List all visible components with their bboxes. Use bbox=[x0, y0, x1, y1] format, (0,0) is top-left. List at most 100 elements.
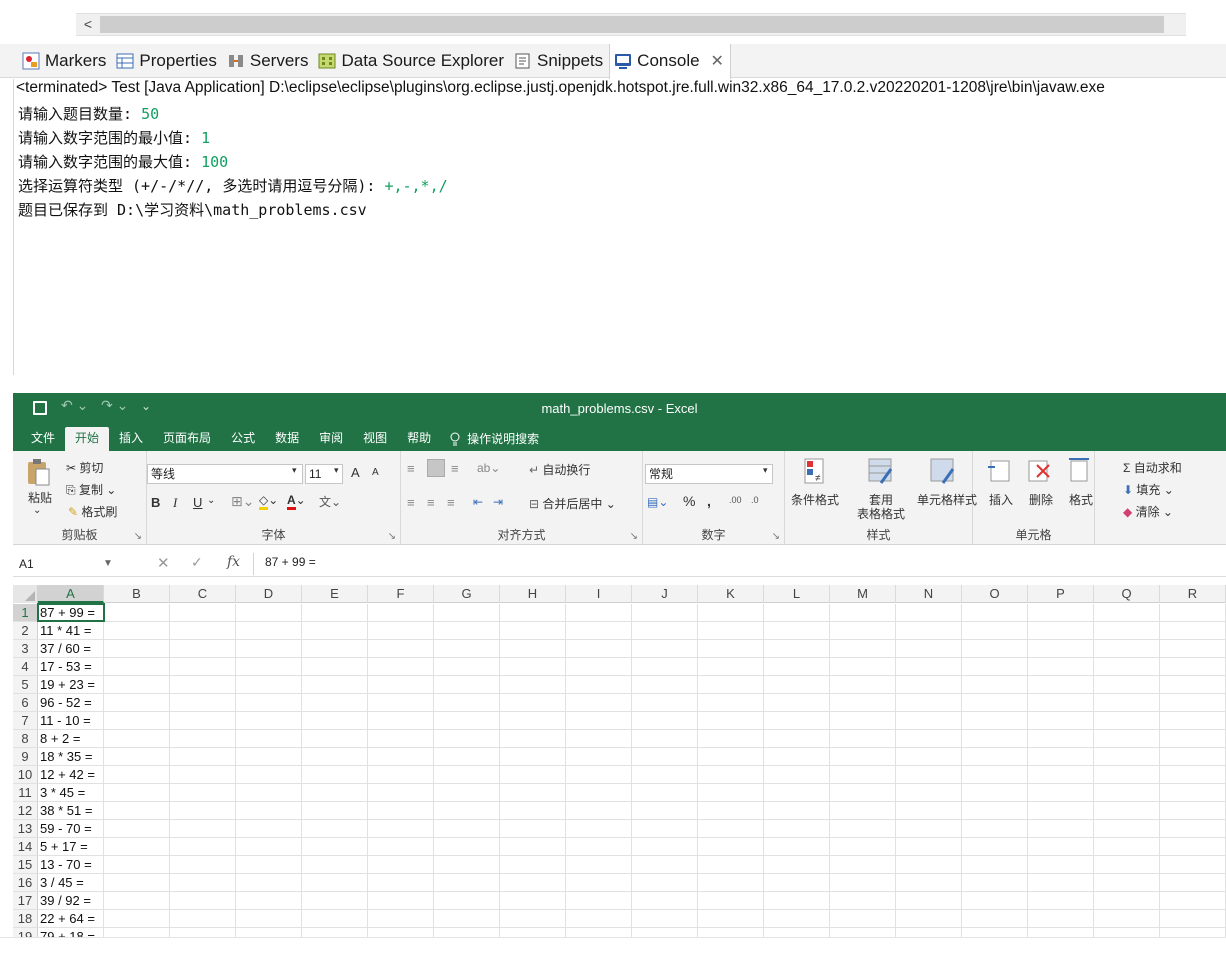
column-header[interactable]: R bbox=[1160, 585, 1226, 603]
cell[interactable] bbox=[764, 766, 830, 783]
cell[interactable] bbox=[632, 712, 698, 729]
cell[interactable] bbox=[236, 928, 302, 937]
cell[interactable] bbox=[698, 640, 764, 657]
cell[interactable] bbox=[104, 910, 170, 927]
cell[interactable] bbox=[236, 874, 302, 891]
cell[interactable] bbox=[302, 640, 368, 657]
cell[interactable] bbox=[1160, 910, 1226, 927]
align-right-icon[interactable]: ≡ bbox=[447, 495, 455, 510]
cell[interactable] bbox=[632, 748, 698, 765]
cell[interactable] bbox=[896, 784, 962, 801]
row-header[interactable]: 17 bbox=[13, 892, 38, 909]
cell[interactable] bbox=[368, 748, 434, 765]
column-header[interactable]: N bbox=[896, 585, 962, 603]
cell[interactable] bbox=[236, 856, 302, 873]
cell[interactable] bbox=[830, 910, 896, 927]
cell[interactable] bbox=[368, 874, 434, 891]
cell-a[interactable]: 19 + 23 = bbox=[38, 676, 104, 693]
cell[interactable] bbox=[830, 892, 896, 909]
cell[interactable] bbox=[104, 604, 170, 621]
cell[interactable] bbox=[368, 604, 434, 621]
cell[interactable] bbox=[566, 604, 632, 621]
cell[interactable] bbox=[1160, 658, 1226, 675]
row-header[interactable]: 9 bbox=[13, 748, 38, 765]
cell[interactable] bbox=[170, 784, 236, 801]
bold-button[interactable]: B bbox=[151, 495, 160, 510]
cell[interactable] bbox=[566, 712, 632, 729]
cell[interactable] bbox=[500, 928, 566, 937]
cell[interactable] bbox=[434, 766, 500, 783]
cell[interactable] bbox=[962, 712, 1028, 729]
conditional-formatting-button[interactable]: 条件格式 bbox=[791, 491, 839, 508]
cell[interactable] bbox=[896, 928, 962, 937]
fill-color-icon[interactable]: ◇⌄ bbox=[259, 493, 278, 510]
cell[interactable] bbox=[830, 640, 896, 657]
cell[interactable] bbox=[1028, 784, 1094, 801]
grow-font-button[interactable]: A bbox=[351, 465, 360, 480]
cell[interactable] bbox=[1160, 730, 1226, 747]
cell[interactable] bbox=[500, 658, 566, 675]
tab-formulas[interactable]: 公式 bbox=[221, 427, 265, 451]
cell[interactable] bbox=[896, 856, 962, 873]
chevron-down-icon[interactable]: ▾ bbox=[292, 465, 297, 476]
cell[interactable] bbox=[236, 910, 302, 927]
cell[interactable] bbox=[896, 838, 962, 855]
column-header[interactable]: D bbox=[236, 585, 302, 603]
cell[interactable] bbox=[566, 892, 632, 909]
cell[interactable] bbox=[170, 838, 236, 855]
cell[interactable] bbox=[302, 928, 368, 937]
cell[interactable] bbox=[566, 802, 632, 819]
delete-cells-icon[interactable] bbox=[1027, 457, 1051, 488]
cell[interactable] bbox=[764, 712, 830, 729]
cell[interactable] bbox=[500, 604, 566, 621]
cell[interactable] bbox=[434, 604, 500, 621]
cell[interactable] bbox=[632, 928, 698, 937]
column-header[interactable]: G bbox=[434, 585, 500, 603]
cell[interactable] bbox=[830, 712, 896, 729]
cell[interactable] bbox=[236, 838, 302, 855]
tab-file[interactable]: 文件 bbox=[21, 427, 65, 451]
cell[interactable] bbox=[170, 874, 236, 891]
cell[interactable] bbox=[236, 892, 302, 909]
insert-button[interactable]: 插入 bbox=[989, 491, 1013, 508]
cell[interactable] bbox=[236, 748, 302, 765]
cell[interactable] bbox=[1160, 802, 1226, 819]
cell[interactable] bbox=[566, 676, 632, 693]
cell[interactable] bbox=[368, 820, 434, 837]
cell[interactable] bbox=[632, 676, 698, 693]
tab-insert[interactable]: 插入 bbox=[109, 427, 153, 451]
cell[interactable] bbox=[302, 658, 368, 675]
cell[interactable] bbox=[764, 892, 830, 909]
number-format-box[interactable]: 常规 bbox=[645, 464, 773, 484]
cell[interactable] bbox=[896, 820, 962, 837]
cell[interactable] bbox=[302, 676, 368, 693]
cell[interactable] bbox=[368, 784, 434, 801]
conditional-formatting-icon[interactable]: ≠ bbox=[803, 457, 827, 490]
cell[interactable] bbox=[1094, 784, 1160, 801]
row-header[interactable]: 16 bbox=[13, 874, 38, 891]
tab-console[interactable]: Console ✕ bbox=[609, 43, 731, 79]
cell[interactable] bbox=[896, 694, 962, 711]
cell[interactable] bbox=[1094, 928, 1160, 937]
paste-icon[interactable] bbox=[25, 457, 51, 491]
cell[interactable] bbox=[1028, 604, 1094, 621]
column-header[interactable]: O bbox=[962, 585, 1028, 603]
align-left-icon[interactable]: ≡ bbox=[407, 495, 415, 510]
cell[interactable] bbox=[368, 622, 434, 639]
cell[interactable] bbox=[302, 604, 368, 621]
close-icon[interactable]: ✕ bbox=[711, 51, 724, 71]
paste-dropdown-icon[interactable]: ⌄ bbox=[33, 505, 41, 516]
delete-button[interactable]: 删除 bbox=[1029, 491, 1053, 508]
cell[interactable] bbox=[830, 838, 896, 855]
cell[interactable] bbox=[698, 928, 764, 937]
cell-a[interactable]: 22 + 64 = bbox=[38, 910, 104, 927]
cell[interactable] bbox=[962, 820, 1028, 837]
cell[interactable] bbox=[1028, 910, 1094, 927]
cell[interactable] bbox=[500, 838, 566, 855]
cell[interactable] bbox=[236, 676, 302, 693]
cell[interactable] bbox=[896, 910, 962, 927]
column-header[interactable]: P bbox=[1028, 585, 1094, 603]
cell[interactable] bbox=[368, 928, 434, 937]
cell-a[interactable]: 3 / 45 = bbox=[38, 874, 104, 891]
tab-help[interactable]: 帮助 bbox=[397, 427, 441, 451]
